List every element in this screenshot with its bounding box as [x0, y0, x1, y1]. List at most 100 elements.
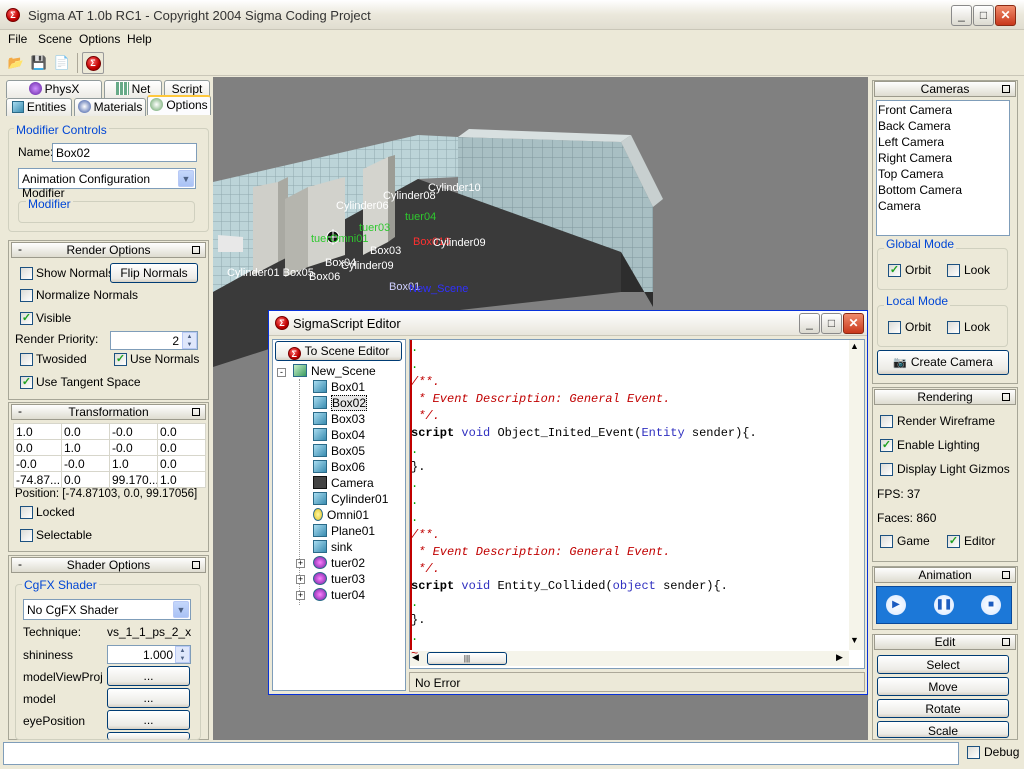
matrix-cell[interactable]: 0.0	[157, 439, 206, 456]
camera-list-item[interactable]: Top Camera	[878, 167, 943, 181]
tree-item[interactable]: Camera	[313, 476, 374, 490]
render-wireframe-checkbox[interactable]	[880, 415, 893, 428]
tree-item[interactable]: Plane01	[313, 524, 375, 538]
tree-item[interactable]: Omni01	[313, 508, 369, 522]
matrix-cell[interactable]: 1.0	[109, 455, 158, 472]
edit-header[interactable]: Edit	[874, 634, 1016, 650]
name-input[interactable]: Box02	[52, 143, 197, 162]
tree-item[interactable]: tuer03 +	[296, 572, 365, 586]
expand-icon[interactable]: +	[296, 575, 305, 584]
open-folder-icon[interactable]: 📂	[5, 52, 27, 74]
tab-materials[interactable]: Materials	[74, 98, 146, 116]
menu-scene[interactable]: Scene	[38, 32, 72, 46]
use-normals-checkbox[interactable]: ✓	[114, 353, 127, 366]
param-model-button[interactable]: ...	[107, 688, 190, 708]
tree-item[interactable]: sink	[313, 540, 352, 554]
rendering-header[interactable]: Rendering	[874, 389, 1016, 405]
global-orbit-checkbox[interactable]: ✓	[888, 264, 901, 277]
minimize-button[interactable]: _	[951, 5, 972, 26]
move-button[interactable]: Move	[877, 677, 1009, 696]
scroll-down-icon[interactable]: ▼	[850, 635, 859, 645]
render-options-header[interactable]: - Render Options	[11, 242, 206, 258]
twosided-checkbox[interactable]	[20, 353, 33, 366]
matrix-cell[interactable]: -0.0	[109, 439, 158, 456]
shininess-spinner[interactable]: ▲ ▼	[175, 646, 190, 663]
matrix-cell[interactable]: 0.0	[61, 423, 110, 440]
tree-item[interactable]: tuer04 +	[296, 588, 365, 602]
tangent-space-checkbox[interactable]: ✓	[20, 376, 33, 389]
maximize-button[interactable]: □	[973, 5, 994, 26]
play-icon[interactable]: ▶	[886, 595, 906, 615]
shader-options-header[interactable]: - Shader Options	[11, 557, 206, 573]
param-more-button[interactable]	[107, 732, 190, 740]
camera-list-item[interactable]: Front Camera	[878, 103, 952, 117]
tab-physx[interactable]: PhysX	[6, 80, 102, 98]
flip-normals-button[interactable]: Flip Normals	[110, 263, 198, 283]
camera-list-item[interactable]: Camera	[878, 199, 921, 213]
create-camera-button[interactable]: 📷 Create Camera	[877, 350, 1009, 375]
normalize-normals-checkbox[interactable]	[20, 289, 33, 302]
tree-item[interactable]: Box04	[313, 428, 365, 442]
camera-list-item[interactable]: Bottom Camera	[878, 183, 962, 197]
tree-item[interactable]: tuer02 +	[296, 556, 365, 570]
tab-entities[interactable]: Entities	[6, 98, 72, 116]
editor-close-button[interactable]: ✕	[843, 313, 864, 334]
cgfx-shader-select[interactable]: No CgFX Shader ▼	[23, 599, 191, 620]
matrix-cell[interactable]: -0.0	[13, 455, 62, 472]
transformation-header[interactable]: - Transformation	[11, 404, 206, 420]
visible-checkbox[interactable]: ✓	[20, 312, 33, 325]
save-icon[interactable]: 💾	[28, 52, 50, 74]
tree-item[interactable]: Box01	[313, 380, 365, 394]
debug-checkbox[interactable]	[967, 746, 980, 759]
matrix-cell[interactable]: 0.0	[157, 423, 206, 440]
scroll-right-icon[interactable]: ▶	[836, 652, 843, 663]
matrix-cell[interactable]: 1.0	[13, 423, 62, 440]
matrix-cell[interactable]: 1.0	[61, 439, 110, 456]
matrix-cell[interactable]: 1.0	[157, 471, 206, 488]
tree-item[interactable]: Box06	[313, 460, 365, 474]
close-button[interactable]: ✕	[995, 5, 1016, 26]
sigma-run-button[interactable]: Σ	[82, 52, 104, 74]
scale-button[interactable]: Scale	[877, 721, 1009, 738]
stop-icon[interactable]: ■	[981, 595, 1001, 615]
matrix-cell[interactable]: -0.0	[109, 423, 158, 440]
expand-icon[interactable]: +	[296, 559, 305, 568]
param-eye-position-button[interactable]: ...	[107, 710, 190, 730]
menu-help[interactable]: Help	[127, 32, 152, 46]
tree-item[interactable]: Box03	[313, 412, 365, 426]
scroll-up-icon[interactable]: ▲	[850, 341, 859, 351]
cameras-header[interactable]: Cameras	[874, 81, 1016, 97]
editor-minimize-button[interactable]: _	[799, 313, 820, 334]
light-gizmos-checkbox[interactable]	[880, 463, 893, 476]
collapse-tree-icon[interactable]: -	[277, 368, 286, 377]
matrix-cell[interactable]: 0.0	[61, 471, 110, 488]
camera-list-item[interactable]: Back Camera	[878, 119, 951, 133]
tab-options[interactable]: Options	[147, 95, 211, 115]
modifier-type-select[interactable]: Animation Configuration Modifier ▼	[18, 168, 196, 200]
game-checkbox[interactable]	[880, 535, 893, 548]
new-document-icon[interactable]: 📄	[51, 52, 73, 74]
tree-item[interactable]: Cylinder01	[313, 492, 388, 506]
code-editor[interactable]	[409, 339, 865, 669]
tree-root[interactable]: New_Scene	[293, 364, 376, 378]
render-priority-spinner[interactable]: ▲ ▼	[182, 332, 197, 349]
local-orbit-checkbox[interactable]	[888, 321, 901, 334]
editor-checkbox[interactable]: ✓	[947, 535, 960, 548]
global-look-checkbox[interactable]	[947, 264, 960, 277]
to-scene-editor-button[interactable]: Σ To Scene Editor	[275, 341, 402, 361]
matrix-cell[interactable]: -74.87...	[13, 471, 62, 488]
vertical-scrollbar[interactable]	[849, 340, 864, 650]
matrix-cell[interactable]: 0.0	[157, 455, 206, 472]
enable-lighting-checkbox[interactable]: ✓	[880, 439, 893, 452]
selectable-checkbox[interactable]	[20, 529, 33, 542]
tree-item[interactable]: Box02	[313, 395, 368, 411]
pause-icon[interactable]: ❚❚	[934, 595, 954, 615]
command-input[interactable]	[3, 742, 959, 765]
expand-icon[interactable]: +	[296, 591, 305, 600]
menu-options[interactable]: Options	[79, 32, 120, 46]
matrix-cell[interactable]: 99.170...	[109, 471, 158, 488]
menu-file[interactable]: File	[8, 32, 27, 46]
matrix-cell[interactable]: -0.0	[61, 455, 110, 472]
tree-item[interactable]: Box05	[313, 444, 365, 458]
camera-list-item[interactable]: Right Camera	[878, 151, 952, 165]
